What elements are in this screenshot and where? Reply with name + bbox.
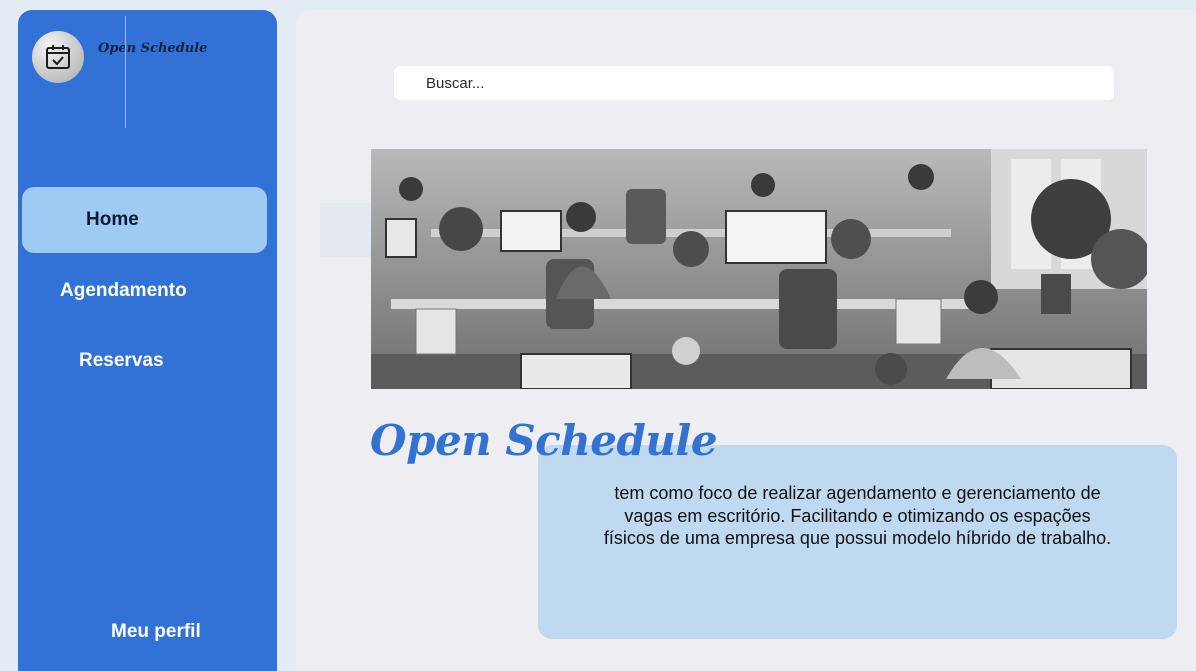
sidebar-item-home[interactable]: Home [22,187,267,253]
description-card: tem como foco de realizar agendamento e … [538,445,1177,639]
sidebar-item-label: Home [86,209,139,230]
hero-title: Open Schedule [370,416,718,465]
sidebar-item-reservas[interactable]: Reservas [79,350,164,372]
search-input[interactable] [394,66,1114,100]
description-text: tem como foco de realizar agendamento e … [603,483,1112,548]
sidebar-item-label: Agendamento [60,280,187,301]
calendar-check-icon [46,45,70,69]
main-content: Open Schedule tem como foco de realizar … [296,10,1196,671]
office-coworking-photo [371,149,1147,389]
logo[interactable] [32,31,84,83]
sidebar-item-label: Meu perfil [111,621,201,642]
logo-divider [125,16,126,128]
app-name: Open Schedule [98,41,208,56]
sidebar-item-agendamento[interactable]: Agendamento [60,280,187,302]
sidebar-item-label: Reservas [79,350,164,371]
sidebar-item-profile[interactable]: Meu perfil [111,621,201,643]
sidebar: Open Schedule Home Agendamento Reservas … [18,10,277,671]
